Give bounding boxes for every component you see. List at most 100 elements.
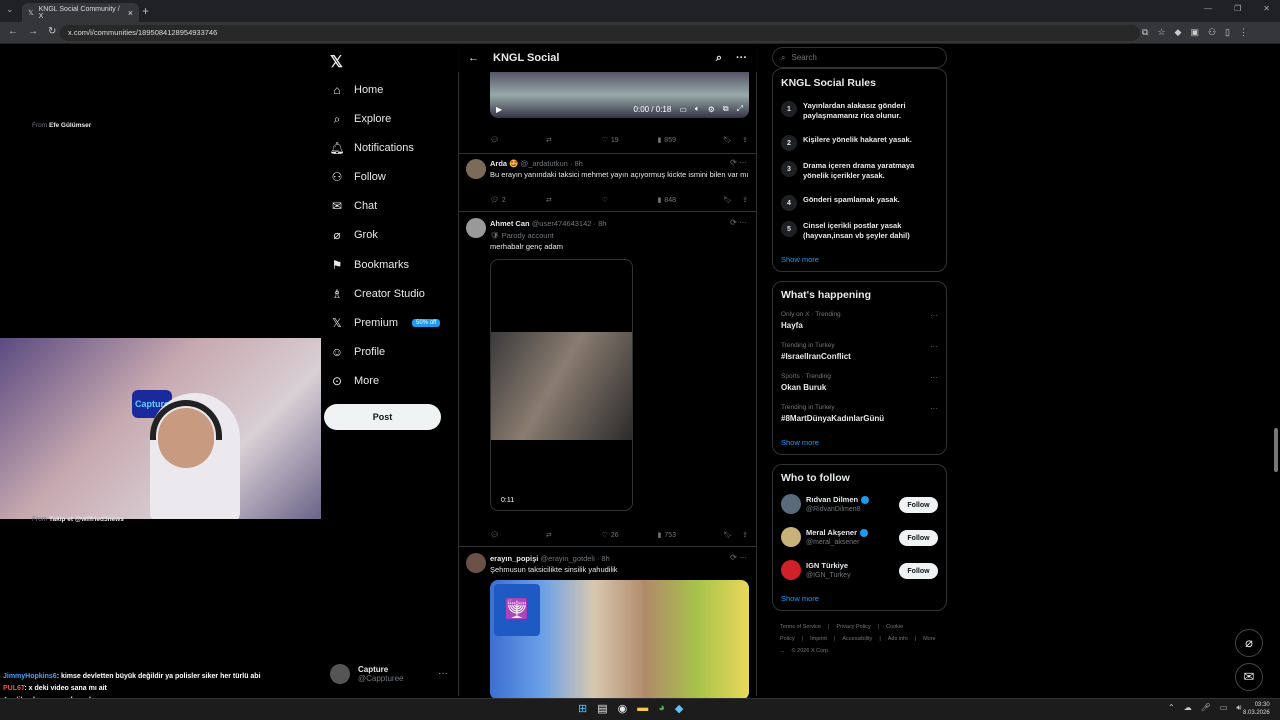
more-icon[interactable]: ⟳ ··· <box>730 158 747 167</box>
puzzle-icon[interactable]: ▣ <box>1190 27 1199 38</box>
wtf-user-name[interactable]: Rıdvan Dilmen <box>806 495 870 504</box>
nav-item-grok[interactable]: ⌀ Grok <box>330 225 377 245</box>
nav-item-follow[interactable]: ⚇ Follow <box>330 167 386 187</box>
trend-more-icon[interactable]: ··· <box>930 404 938 413</box>
author-name[interactable]: erayın_popişi <box>490 554 538 563</box>
follow-button[interactable]: Follow <box>899 563 938 579</box>
footer-link[interactable]: Accessibility <box>842 636 872 642</box>
share-icon[interactable]: ⇪ <box>742 531 748 539</box>
search-icon[interactable]: ⌕ <box>716 52 722 65</box>
nav-item-home[interactable]: ⌂ Home <box>330 80 383 100</box>
share-icon[interactable]: ⇪ <box>742 136 748 144</box>
from-user[interactable]: Takip et @wilfried3news <box>49 516 124 523</box>
wtf-user-name[interactable]: IGN Türkiye <box>806 561 848 570</box>
task-view-icon[interactable]: ▤ <box>597 702 607 715</box>
from-user[interactable]: Efe Gülümser <box>49 122 91 129</box>
cloud-icon[interactable]: ☁ <box>1184 703 1192 713</box>
bookmark-icon[interactable]: 🔖︎ <box>723 531 732 539</box>
more-icon[interactable]: ··· <box>736 52 747 65</box>
tab-search-icon[interactable]: ⌄ <box>6 4 14 15</box>
file-explorer-icon[interactable]: ▬ <box>637 702 648 715</box>
avatar[interactable] <box>781 527 801 547</box>
trend-name[interactable]: #8MartDünyaKadınlarGünü <box>781 414 884 423</box>
nav-item-profile[interactable]: ☺ Profile <box>330 342 385 362</box>
maximize-icon[interactable]: ❐ <box>1234 4 1241 13</box>
menu-icon[interactable]: ⋮ <box>1239 27 1248 38</box>
trend-more-icon[interactable]: ··· <box>930 311 938 320</box>
forward-icon[interactable]: → <box>28 26 38 37</box>
windows-start-icon[interactable]: ⊞ <box>578 702 587 715</box>
trends-show-more[interactable]: Show more <box>781 438 819 447</box>
views-button[interactable]: ▮ 859 <box>657 136 713 145</box>
reply-button[interactable]: 💬︎ <box>490 136 546 144</box>
split-icon[interactable]: ▯ <box>1225 27 1230 38</box>
nav-item-notifications[interactable]: 🔔︎ Notifications <box>329 138 414 158</box>
avatar[interactable] <box>466 553 486 573</box>
search-input[interactable]: ⌕ Search <box>772 47 947 68</box>
avatar[interactable] <box>466 159 486 179</box>
rule-text[interactable]: Cinsel içerikli postlar yasak (hayvan,in… <box>803 221 933 241</box>
follow-button[interactable]: Follow <box>899 497 938 513</box>
url-field[interactable]: x.com/i/communities/1895084128954933746 <box>60 25 1140 41</box>
like-button[interactable]: ♡ <box>602 196 658 204</box>
profile-menu-icon[interactable]: ⚇ <box>1208 27 1216 38</box>
trend-more-icon[interactable]: ··· <box>930 373 938 382</box>
tweet-image[interactable]: 🕎 <box>490 580 749 700</box>
like-button[interactable]: ♡ 26 <box>602 531 658 540</box>
volume-icon[interactable]: 🔊︎ <box>1236 703 1241 713</box>
avatar[interactable] <box>781 494 801 514</box>
more-icon[interactable]: ⟳ ··· <box>730 553 747 562</box>
tray-chevron-icon[interactable]: ⌃ <box>1168 703 1175 713</box>
reply-button[interactable]: 💬︎ <box>490 531 546 539</box>
wtf-user-name[interactable]: Meral Akşener <box>806 528 868 537</box>
messages-fab-icon[interactable]: ✉ <box>1235 663 1263 691</box>
footer-link[interactable]: Terms of Service <box>780 624 821 630</box>
monitor-icon[interactable]: ▭ <box>1220 703 1228 713</box>
follow-button[interactable]: Follow <box>899 530 938 546</box>
steam-icon[interactable]: ◆ <box>675 702 683 715</box>
x-logo-icon[interactable]: 𝕏 <box>330 52 343 72</box>
rule-text[interactable]: Drama içeren drama yaratmaya yönelik içe… <box>803 161 933 181</box>
tweet-video-player[interactable]: 0:11 <box>490 259 633 511</box>
footer-link[interactable]: Imprint <box>810 636 827 642</box>
nav-item-creator-studio[interactable]: ♗ Creator Studio <box>330 284 425 304</box>
share-icon[interactable]: ⇪ <box>742 196 748 204</box>
rules-show-more[interactable]: Show more <box>781 255 819 264</box>
post-button[interactable]: Post <box>324 404 441 430</box>
repost-button[interactable]: ⇄ <box>546 196 602 204</box>
grok-fab-icon[interactable]: ⌀ <box>1235 629 1263 657</box>
rule-text[interactable]: Kişilere yönelik hakaret yasak. <box>803 135 933 145</box>
views-button[interactable]: ▮ 848 <box>657 196 713 205</box>
minimize-icon[interactable]: — <box>1204 4 1212 13</box>
author-name[interactable]: Arda 🤩 <box>490 159 519 168</box>
views-button[interactable]: ▮ 753 <box>657 531 713 540</box>
close-window-icon[interactable]: ✕ <box>1263 4 1270 13</box>
avatar[interactable] <box>781 560 801 580</box>
nav-item-explore[interactable]: ⌕ Explore <box>330 109 392 129</box>
avatar[interactable] <box>466 218 486 238</box>
new-tab-button[interactable]: + <box>142 4 149 18</box>
account-more-icon[interactable]: ··· <box>438 668 448 679</box>
account-switcher[interactable]: Capture @Cappturee <box>330 664 403 684</box>
nav-item-chat[interactable]: ✉ Chat <box>330 196 377 216</box>
back-icon[interactable]: ← <box>8 26 18 37</box>
nav-item-more[interactable]: ⊙ More <box>330 371 379 391</box>
repost-button[interactable]: ⇄ <box>546 136 602 144</box>
tweet-card[interactable]: Arda 🤩 @_ardatutkun · 8h ⟳ ··· Bu erayın… <box>458 154 757 212</box>
trend-name[interactable]: Hayfa <box>781 321 803 330</box>
page-scrollbar[interactable] <box>1274 428 1278 472</box>
browser-tab[interactable]: 𝕏 KNGL Social Community / X × <box>22 3 139 22</box>
reload-icon[interactable]: ↻ <box>48 26 56 37</box>
trend-name[interactable]: Okan Buruk <box>781 383 826 392</box>
rule-text[interactable]: Yayınlardan alakasız gönderi paylaşmaman… <box>803 101 933 121</box>
footer-link[interactable]: Ads info <box>888 636 908 642</box>
like-button[interactable]: ♡ 19 <box>602 136 658 145</box>
microphone-icon[interactable]: 🎤︎ <box>1201 703 1211 713</box>
install-icon[interactable]: ⧉ <box>1142 27 1148 38</box>
trend-more-icon[interactable]: ··· <box>930 342 938 351</box>
close-tab-icon[interactable]: × <box>128 8 133 18</box>
footer-link[interactable]: © 2026 X Corp. <box>792 648 830 654</box>
trend-name[interactable]: #IsraelIranConflict <box>781 352 851 361</box>
repost-button[interactable]: ⇄ <box>546 531 602 539</box>
nav-item-premium[interactable]: 𝕏 Premium 50% off <box>330 313 441 333</box>
